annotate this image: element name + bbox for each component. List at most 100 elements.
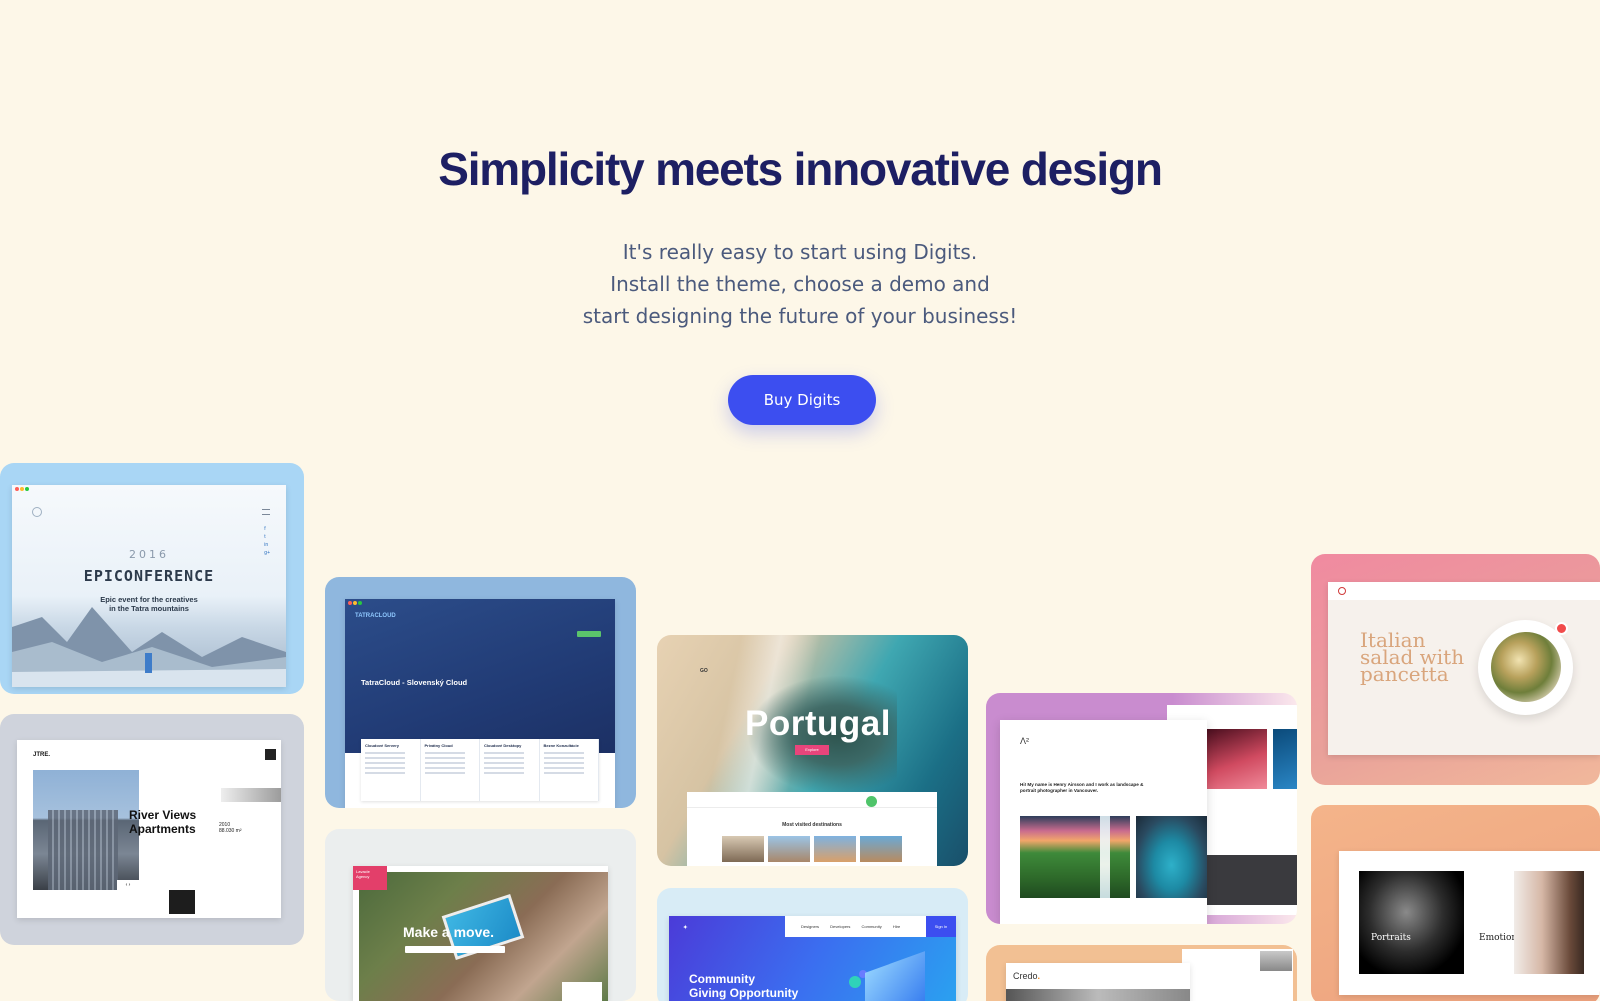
restaurant-logo-icon — [1338, 587, 1346, 595]
demo-card-epic-conference[interactable]: f t in g+ 2016 EPICONFERENCE Epic event for… — [0, 463, 304, 694]
hero-subtitle-line-3: start designing the future of your busin… — [582, 304, 1018, 328]
photographer-intro: Hi! My name is Henry Airsson and I work … — [1020, 782, 1144, 793]
credo-logo-dot: . — [1037, 971, 1041, 981]
demo-screen: TATRACLOUD TatraCloud - Slovenský Cloud … — [345, 599, 615, 808]
slider-arrows-icon: ‹ › — [117, 880, 139, 890]
demo-card-credo[interactable]: Credo. — [986, 945, 1297, 1001]
demo-screen: ✦ Designers Developers Community Hire Si… — [669, 916, 956, 1001]
community-headline-line-1: Community — [689, 972, 755, 986]
explore-button: Explore — [795, 745, 829, 755]
dark-square — [169, 890, 195, 914]
community-logo: ✦ — [683, 925, 688, 931]
nav-item: Designers — [801, 924, 820, 929]
demo-screen: Make a move. Lavacle Agency — [353, 866, 608, 1001]
agency-logo: Lavacle Agency — [353, 866, 387, 890]
nav-item: Developers — [830, 924, 851, 929]
tatra-column: Cloudové Servery — [361, 739, 421, 801]
photo-thumbnail — [1273, 729, 1297, 789]
demo-screen: Credo. — [1006, 963, 1190, 1001]
demo-card-river-views[interactable]: JTRE. River Views Apartments 2010 88.030… — [0, 714, 304, 945]
isometric-illustration — [865, 951, 925, 1001]
building-thumbnail — [221, 788, 281, 802]
go-logo: GO — [700, 668, 708, 674]
waterfall-photo — [1020, 816, 1130, 898]
tatra-hero: TATRACLOUD TatraCloud - Slovenský Cloud — [345, 599, 615, 753]
tatra-column-title: Cloudové Servery — [365, 743, 400, 748]
hero-subtitle-line-2: Install the theme, choose a demo and — [610, 272, 990, 296]
river-headline-line-1: River Views — [129, 808, 197, 822]
nav-item: Community — [861, 924, 882, 929]
building-photo — [33, 770, 139, 890]
demo-card-tatracloud[interactable]: TATRACLOUD TatraCloud - Slovenský Cloud … — [325, 577, 636, 808]
destination-thumbs — [722, 836, 902, 862]
demo-card-community[interactable]: ✦ Designers Developers Community Hire Si… — [657, 888, 968, 1001]
go-button-icon — [866, 796, 877, 807]
mountain-image — [12, 607, 286, 687]
epic-name: EPICONFERENCE — [83, 567, 215, 585]
menu-icon — [262, 509, 270, 515]
river-headline: River Views Apartments — [129, 808, 196, 836]
page-title: Simplicity meets innovative design — [438, 143, 1163, 195]
credo-logo-text: Credo — [1013, 971, 1038, 981]
demo-screen: f t in g+ 2016 EPICONFERENCE Epic event for… — [12, 485, 286, 687]
demo-card-make-a-move[interactable]: Make a move. Lavacle Agency — [325, 829, 636, 1001]
food-image — [1491, 632, 1561, 702]
search-bar — [405, 946, 505, 953]
demo-card-portugal[interactable]: GO Portugal Explore Most visited destina… — [657, 635, 968, 866]
credo-logo: Credo. — [1013, 971, 1040, 981]
secondary-screen — [1182, 949, 1293, 1001]
move-headline: Make a move. — [403, 924, 495, 940]
dark-panel — [1207, 855, 1297, 905]
tatra-column: Cloudové Desktopy — [480, 739, 540, 801]
river-headline-line-2: Apartments — [129, 822, 196, 836]
demo-card-italian-salad[interactable]: Italian salad with pancetta — [1311, 554, 1600, 785]
tatra-column-title: Bezne Konzultácie — [543, 743, 579, 748]
demo-card-portraits[interactable]: Portraits Emotions — [1311, 805, 1600, 1001]
river-area: 88.030 m² — [219, 828, 242, 834]
portraits-label: Portraits — [1371, 933, 1411, 943]
tatra-logo: TATRACLOUD — [355, 613, 396, 619]
hero-subtitle-line-1: It's really easy to start using Digits. — [622, 240, 978, 264]
nav-item: Hire — [892, 924, 901, 929]
salad-headline: Italian salad with pancetta — [1360, 628, 1465, 686]
office-photo — [1006, 989, 1190, 1001]
photo-thumbnail — [1207, 729, 1267, 789]
tatra-column-title: Cloudové Desktopy — [484, 743, 522, 748]
tatra-columns: Cloudové Servery Privátny Cloud Cloudové… — [361, 739, 599, 801]
portrait-photo — [1514, 871, 1584, 974]
search-panel: Most visited destinations — [687, 792, 937, 866]
most-visited-heading: Most visited destinations — [782, 822, 842, 828]
community-nav: Designers Developers Community Hire — [801, 924, 900, 929]
window-dots — [348, 601, 363, 607]
portugal-title: Portugal — [745, 704, 891, 743]
jtre-logo: JTRE. — [33, 752, 51, 758]
tatra-column: Bezne Konzultácie — [540, 739, 599, 801]
community-headline: Community Giving Opportunity — [689, 972, 798, 1000]
demo-screen: Portraits Emotions — [1339, 851, 1600, 995]
photographer-logo: Λ² — [1020, 736, 1030, 746]
top-bar — [1328, 582, 1600, 600]
smoke-photo — [1359, 871, 1464, 974]
lake-photo — [1136, 816, 1207, 898]
epic-year: 2016 — [129, 548, 169, 561]
buy-digits-button[interactable]: Buy Digits — [728, 375, 876, 425]
aerial-photo: Make a move. — [359, 872, 608, 1001]
demo-screen: JTRE. River Views Apartments 2010 88.030… — [17, 740, 281, 918]
search-icon — [32, 507, 42, 517]
search-bar — [687, 792, 937, 808]
mini-card — [562, 982, 602, 1001]
waterfall-stream — [1100, 816, 1110, 898]
demo-screen: Italian salad with pancetta — [1328, 582, 1600, 755]
river-stats: 2010 88.030 m² — [219, 822, 242, 834]
pin-icon — [1555, 622, 1568, 635]
hamburger-menu-icon — [265, 749, 276, 760]
team-photo — [1260, 951, 1292, 971]
sign-in-button: Sign In — [926, 916, 956, 937]
demo-screen: Λ² Hi! My name is Henry Airsson and I wo… — [1000, 720, 1207, 924]
tatra-headline: TatraCloud - Slovenský Cloud — [361, 678, 468, 687]
window-dots — [15, 487, 30, 493]
tatra-cta — [577, 631, 601, 637]
decor-ball — [849, 976, 861, 988]
demo-card-photographer[interactable]: Λ² Hi! My name is Henry Airsson and I wo… — [986, 693, 1297, 924]
hero-subtitle: It's really easy to start using Digits. … — [0, 236, 1600, 332]
